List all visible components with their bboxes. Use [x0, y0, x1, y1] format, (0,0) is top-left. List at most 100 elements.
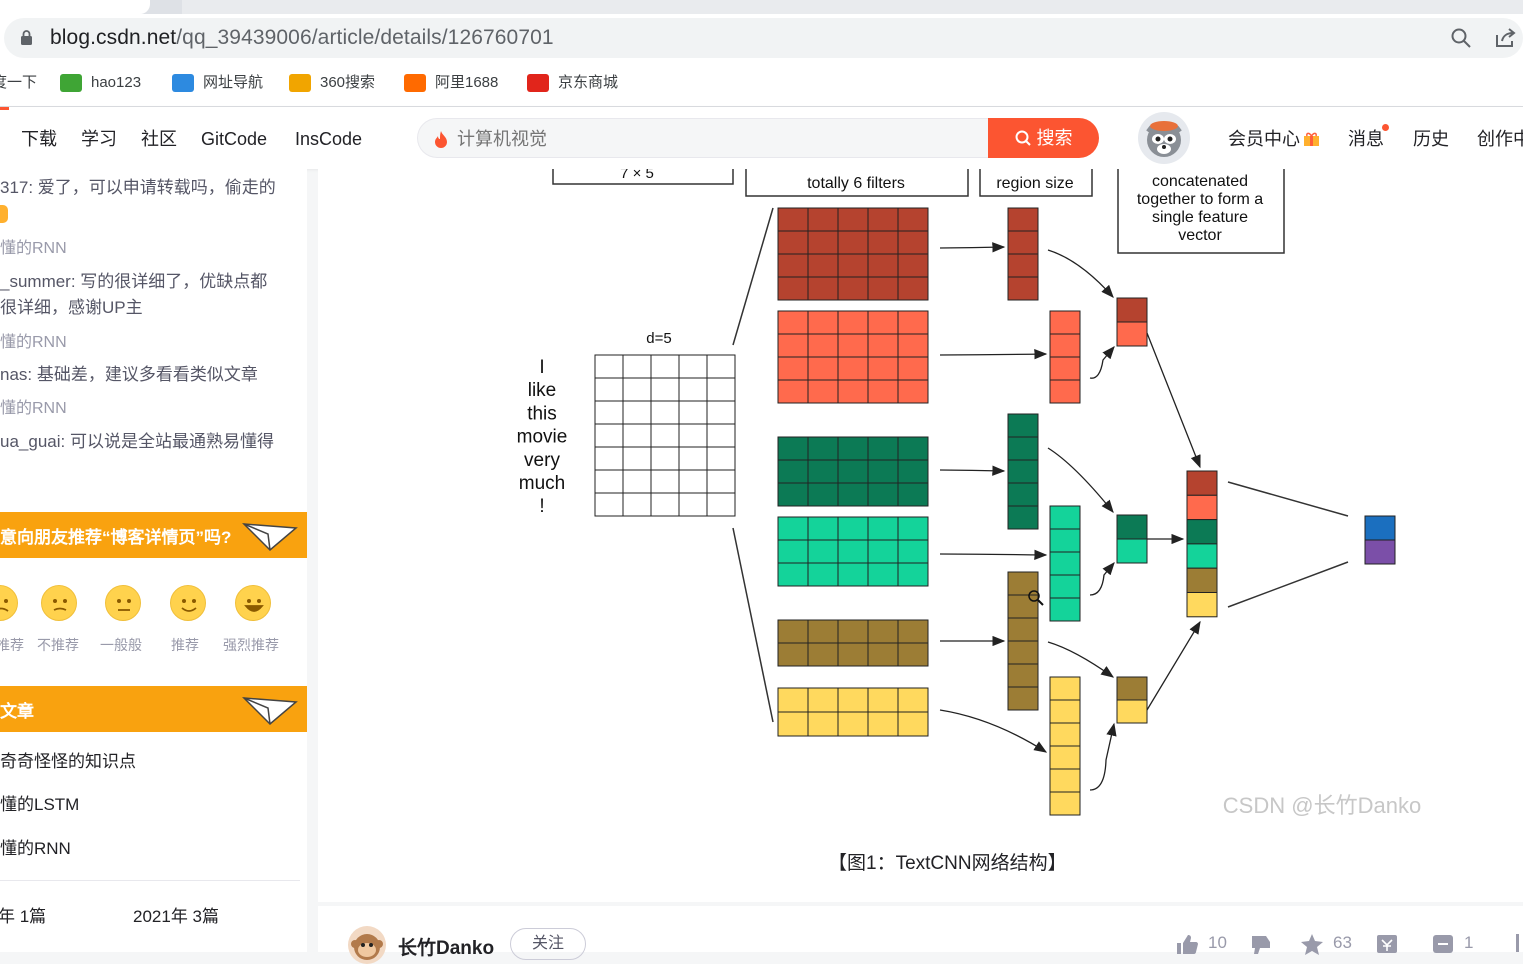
- bookmark-item[interactable]: hao123: [60, 73, 141, 93]
- rating-label: 不推荐: [37, 637, 79, 653]
- filter-green-light: [777, 516, 929, 587]
- raccoon-avatar-icon: [1146, 121, 1182, 157]
- related-article-link[interactable]: 奇奇怪怪的知识点: [0, 750, 136, 774]
- articles-banner-text: 文章: [0, 702, 34, 721]
- search-input[interactable]: [457, 126, 957, 152]
- search-button-label: 搜索: [1036, 128, 1073, 148]
- like-icon[interactable]: [1176, 934, 1198, 954]
- textcnn-figure[interactable]: 7 × 5 totally 6 filters region size concate…: [318, 169, 1523, 902]
- comment-icon[interactable]: [1432, 934, 1454, 954]
- bookmark-item[interactable]: 京东商城: [527, 73, 618, 93]
- bookmark-item[interactable]: 网址导航: [172, 73, 263, 93]
- url-text[interactable]: blog.csdn.net/qq_39439006/article/detail…: [50, 25, 554, 51]
- toolbar-right-item[interactable]: 会员中心: [1228, 126, 1300, 152]
- nav-item[interactable]: InsCode: [295, 126, 362, 152]
- toolbar-right-item[interactable]: 创作中: [1477, 126, 1523, 152]
- comment-text[interactable]: ua_guai: 可以说是全站最通熟易懂得: [0, 429, 274, 455]
- like-count: 10: [1208, 933, 1227, 952]
- jd-icon: [527, 74, 549, 93]
- nav-item[interactable]: GitCode: [201, 126, 267, 152]
- rating-face-icon[interactable]: [0, 585, 18, 621]
- comment-article-title[interactable]: 懂的RNN: [0, 397, 67, 421]
- author-avatar[interactable]: [348, 926, 386, 964]
- toolbar-right-item[interactable]: 消息: [1348, 126, 1384, 152]
- active-tab[interactable]: [0, 0, 150, 14]
- bookmark-label: 360搜索: [320, 74, 376, 91]
- sentence-word: like: [528, 380, 557, 401]
- rating-label: 一般般: [100, 637, 142, 653]
- nav-item[interactable]: 学习: [81, 126, 117, 152]
- pooled-red-light: [1116, 321, 1148, 347]
- output-cell-purple: [1364, 539, 1396, 565]
- bookmark-item[interactable]: 阿里1688: [404, 73, 498, 93]
- archive-item[interactable]: 年 1篇: [0, 902, 46, 927]
- filter-green-dark: [777, 436, 929, 507]
- star-count: 63: [1333, 933, 1352, 952]
- toolbar-right-item[interactable]: 历史: [1413, 126, 1449, 152]
- author-name[interactable]: 长竹Danko: [398, 933, 494, 960]
- paper-plane-icon: [242, 697, 298, 726]
- dislike-icon[interactable]: [1250, 934, 1274, 954]
- lock-icon[interactable]: [20, 30, 33, 45]
- header-concat-text: vector: [1178, 227, 1222, 244]
- pooled-olive: [1116, 676, 1148, 701]
- logo-edge: [0, 107, 9, 110]
- related-article-link[interactable]: 懂的LSTM: [0, 793, 79, 817]
- output-cell-blue: [1364, 515, 1396, 541]
- header-concat-text: together to form a: [1137, 191, 1263, 208]
- bookmark-item[interactable]: 360搜索: [289, 73, 375, 93]
- monkey-avatar-icon: [351, 934, 383, 960]
- 1688-icon: [404, 74, 426, 93]
- arrow-conv: [939, 348, 1048, 360]
- rating-face-icon[interactable]: [105, 585, 141, 621]
- more-icon[interactable]: [1516, 934, 1519, 952]
- bookmark-item[interactable]: 度一下: [0, 73, 37, 93]
- comment-text[interactable]: 317: 爱了，可以申请转载吗，偷走的: [0, 175, 276, 201]
- concat-cell: [1186, 592, 1218, 618]
- comment-article-title[interactable]: 懂的RNN: [0, 331, 67, 355]
- search-button[interactable]: 搜索: [988, 118, 1099, 158]
- url-host: blog.csdn.net: [50, 26, 177, 49]
- sentence-word: I: [539, 357, 544, 378]
- share-icon[interactable]: [1494, 27, 1518, 49]
- inactive-tab[interactable]: [182, 0, 1523, 14]
- zoom-icon[interactable]: [1450, 27, 1472, 49]
- message-dot: [1382, 124, 1389, 131]
- sentence-word: this: [527, 403, 557, 424]
- sentence-word: !: [539, 496, 544, 517]
- arrow-pool: [1089, 562, 1115, 596]
- nav-item[interactable]: 下载: [21, 126, 57, 152]
- zoom-cursor-handle: [1037, 599, 1044, 606]
- header-concat-text: single feature: [1152, 209, 1248, 226]
- sentence-word: movie: [517, 427, 568, 448]
- nav-item[interactable]: 社区: [141, 126, 177, 152]
- header-filters-text: totally 6 filters: [807, 175, 905, 192]
- comment-text[interactable]: nas: 基础差，建议多看看类似文章: [0, 362, 258, 388]
- related-article-link[interactable]: 懂的RNN: [0, 837, 71, 861]
- rating-face-icon[interactable]: [235, 585, 271, 621]
- embedding-dim-label: d=5: [646, 330, 671, 347]
- rating-face-icon[interactable]: [41, 585, 77, 621]
- comment-article-title[interactable]: 懂的RNN: [0, 237, 67, 261]
- archive-item[interactable]: 2021年 3篇: [133, 902, 219, 927]
- divider: [0, 880, 300, 881]
- comment-text[interactable]: _summer: 写的很详细了，优缺点都: [0, 269, 267, 295]
- arrow-concat-bottom: [1146, 620, 1201, 711]
- follow-button[interactable]: 关注: [510, 928, 586, 960]
- rating-face-icon[interactable]: [170, 585, 206, 621]
- header-concat-text: concatenated: [1152, 173, 1248, 190]
- arrow-conv: [939, 709, 1048, 753]
- reward-icon[interactable]: [1376, 934, 1398, 954]
- comment-text[interactable]: 很详细，感谢UP主: [0, 295, 143, 321]
- paper-plane-icon: [242, 523, 298, 552]
- user-avatar[interactable]: [1138, 112, 1190, 164]
- arrow-pool: [1047, 249, 1114, 298]
- arrow-concat-top: [1146, 332, 1201, 469]
- arrow-pool: [1089, 722, 1117, 791]
- pooled-green-light: [1116, 538, 1148, 564]
- bookmark-label: 阿里1688: [435, 74, 499, 91]
- featuremap-red-light: [1049, 310, 1081, 404]
- rating-label: 推荐: [171, 637, 199, 653]
- arrow-pool: [1047, 641, 1115, 678]
- bookmark-label: hao123: [91, 74, 142, 91]
